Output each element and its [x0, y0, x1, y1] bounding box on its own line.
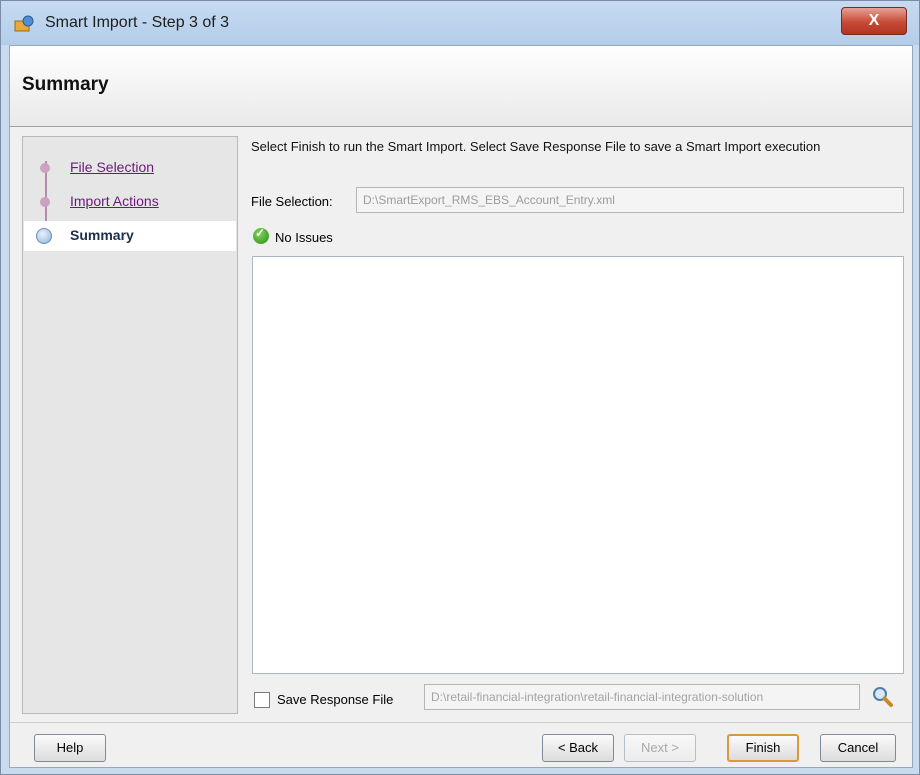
- step-label: Import Actions: [70, 193, 159, 209]
- window-title: Smart Import - Step 3 of 3: [45, 14, 230, 31]
- wizard-steps: File Selection Import Actions Summary: [22, 136, 238, 714]
- footer-divider: [10, 722, 912, 723]
- step-label: File Selection: [70, 159, 155, 175]
- save-response-label[interactable]: Save Response File: [277, 692, 393, 707]
- help-button-label: Help: [56, 740, 84, 755]
- current-step-icon: [36, 228, 52, 244]
- file-selection-label: File Selection:: [251, 194, 333, 209]
- finish-button[interactable]: Finish: [727, 734, 799, 762]
- step-summary[interactable]: Summary: [24, 221, 236, 251]
- dialog-body: Summary File Selection Import Actions Su…: [9, 45, 913, 768]
- page-title: Summary: [22, 74, 109, 95]
- step-dot-icon: [40, 197, 50, 207]
- next-button[interactable]: Next >: [624, 734, 696, 762]
- smart-import-dialog: Smart Import - Step 3 of 3 X Summary Fil…: [0, 0, 920, 775]
- issues-list[interactable]: [252, 256, 904, 674]
- file-selection-field: D:\SmartExport_RMS_EBS_Account_Entry.xml: [356, 187, 904, 213]
- app-icon: [14, 15, 34, 32]
- cancel-button[interactable]: Cancel: [820, 734, 896, 762]
- issues-status: No Issues: [275, 230, 333, 245]
- back-button-label: < Back: [557, 740, 599, 755]
- response-file-path-field: D:\retail-financial-integration\retail-f…: [424, 684, 860, 710]
- step-dot-icon: [40, 163, 50, 173]
- save-response-checkbox[interactable]: [254, 692, 270, 708]
- search-icon[interactable]: [870, 684, 896, 710]
- cancel-button-label: Cancel: [837, 740, 879, 755]
- back-button[interactable]: < Back: [542, 734, 614, 762]
- check-icon: ✓: [253, 226, 269, 244]
- page-header: Summary: [10, 46, 912, 127]
- step-file-selection[interactable]: File Selection: [24, 153, 236, 183]
- help-button[interactable]: Help: [34, 734, 106, 762]
- summary-panel: Select Finish to run the Smart Import. S…: [238, 126, 912, 716]
- title-bar: Smart Import - Step 3 of 3 X: [1, 1, 919, 45]
- finish-button-label: Finish: [745, 740, 781, 755]
- step-import-actions[interactable]: Import Actions: [24, 187, 236, 217]
- step-label: Summary: [70, 227, 134, 243]
- close-icon: X: [868, 12, 880, 29]
- instructions-text: Select Finish to run the Smart Import. S…: [251, 139, 821, 154]
- next-button-label: Next >: [641, 740, 679, 755]
- close-button[interactable]: X: [841, 7, 907, 35]
